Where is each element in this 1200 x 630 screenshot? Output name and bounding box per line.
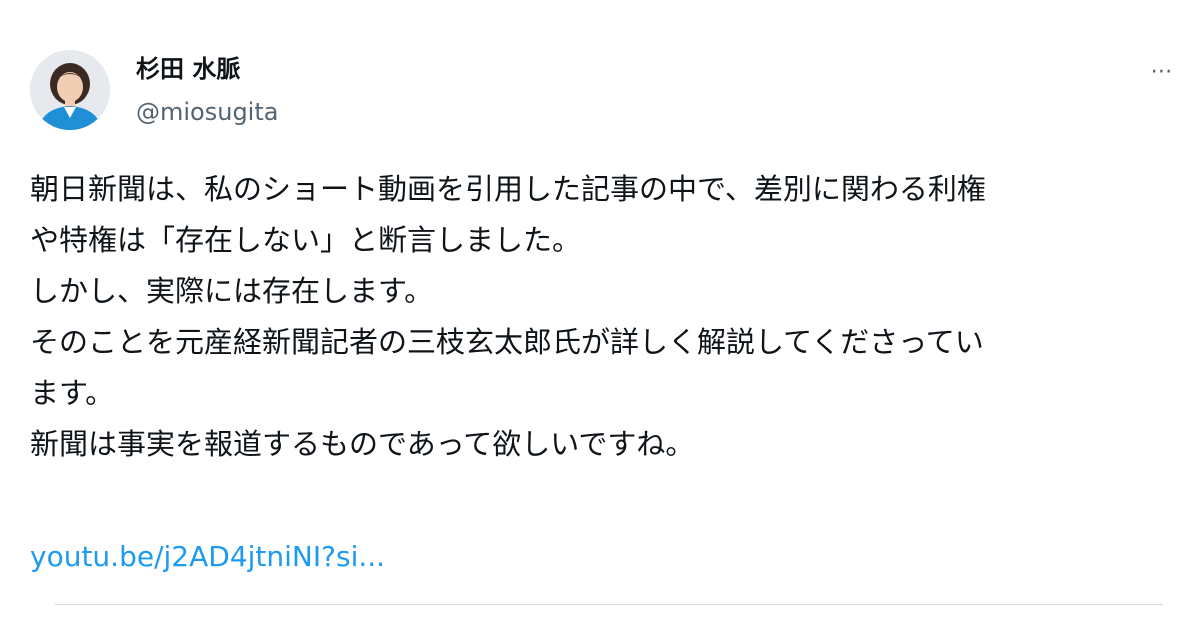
- author-display-name[interactable]: 杉田 水脈: [136, 53, 240, 85]
- author-handle[interactable]: @miosugita: [136, 96, 278, 128]
- divider: [55, 604, 1163, 605]
- more-options-icon: ⋯: [1150, 59, 1174, 84]
- tweet-text-line: しかし、実際には存在します。: [30, 274, 434, 308]
- tweet-text-line: 新聞は事実を報道するものであって欲しいですね。: [30, 427, 695, 461]
- tweet-text-line: や特権は「存在しない」と断言しました。: [30, 223, 582, 257]
- tweet-card: 杉田 水脈 @miosugita ⋯ 朝日新聞は、私のショート動画を引用した記事…: [0, 0, 1200, 630]
- tweet-text-line: ます。: [30, 376, 115, 410]
- avatar[interactable]: [30, 50, 110, 130]
- profile-photo-icon: [30, 50, 110, 130]
- more-options-button[interactable]: ⋯: [1140, 58, 1184, 86]
- tweet-text-line: 朝日新聞は、私のショート動画を引用した記事の中で、差別に関わる利権: [30, 172, 986, 206]
- tweet-text: 朝日新聞は、私のショート動画を引用した記事の中で、差別に関わる利権 や特権は「存…: [30, 164, 1180, 470]
- tweet-text-line: そのことを元産経新聞記者の三枝玄太郎氏が詳しく解説してくださってい: [30, 325, 984, 359]
- tweet-link[interactable]: youtu.be/j2AD4jtniNI?si...: [30, 537, 385, 577]
